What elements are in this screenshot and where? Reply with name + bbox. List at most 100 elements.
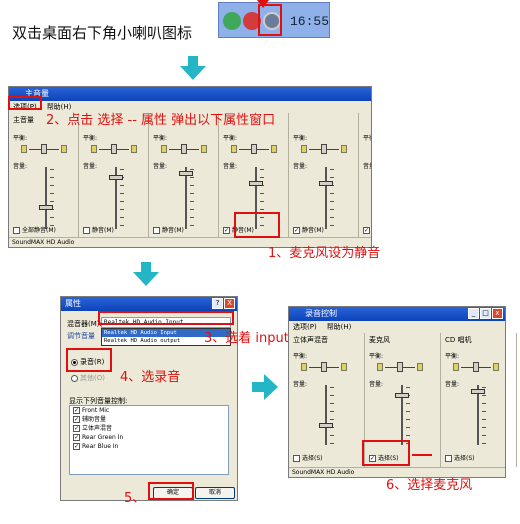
volume-slider[interactable] <box>317 167 335 229</box>
speaker-highlight <box>258 4 282 36</box>
checkbox[interactable] <box>13 227 20 234</box>
menu-help[interactable]: 帮助(H) <box>327 323 352 331</box>
checkbox[interactable] <box>445 455 452 462</box>
list-item[interactable]: ✓ Rear Green In <box>70 433 228 442</box>
volume-tick <box>50 201 54 202</box>
volume-thumb[interactable] <box>39 205 53 210</box>
balance-slider[interactable] <box>231 143 277 155</box>
channel-title: CD 唱机 <box>445 336 472 344</box>
checkbox[interactable]: ✓ <box>363 227 370 234</box>
balance-thumb[interactable] <box>111 144 117 154</box>
radio-other-dot[interactable] <box>71 374 78 382</box>
balance-slider[interactable] <box>21 143 67 155</box>
record-menubar: 选项(P) 帮助(H) <box>289 321 505 333</box>
checkbox[interactable]: ✓ <box>73 407 80 414</box>
balance-slider[interactable] <box>371 143 372 155</box>
balance-slider[interactable] <box>301 143 347 155</box>
checkbox[interactable]: ✓ <box>73 416 80 423</box>
balance-thumb[interactable] <box>473 362 479 372</box>
close-button[interactable]: X <box>224 298 235 309</box>
volume-track <box>325 385 327 445</box>
record-checkbox-row[interactable]: 选择(S) <box>445 455 475 463</box>
volume-slider[interactable] <box>107 167 125 229</box>
checkbox[interactable]: ✓ <box>73 443 80 450</box>
mixer-channel: 平衡: 音量: ✓静音(M) <box>289 113 359 237</box>
balance-thumb[interactable] <box>321 362 327 372</box>
checkbox[interactable]: ✓ <box>73 425 80 432</box>
balance-slider[interactable] <box>301 361 347 373</box>
volume-thumb[interactable] <box>471 389 485 394</box>
volume-track <box>45 167 47 229</box>
balance-thumb[interactable] <box>397 362 403 372</box>
mixer-checkbox-row[interactable]: 全部静音(M) <box>13 227 56 235</box>
controls-listbox[interactable]: ✓ Front Mic ✓ 辅助音量 ✓ 立体声混音 ✓ Rear Green In ✓… <box>69 405 229 475</box>
volume-tick <box>190 209 194 210</box>
volume-tick <box>260 209 264 210</box>
speaker-right-icon <box>341 145 347 153</box>
volume-thumb[interactable] <box>249 181 263 186</box>
volume-tick <box>330 177 334 178</box>
minimize-button[interactable]: _ <box>468 308 479 319</box>
volume-label: 音量: <box>445 381 460 388</box>
volume-slider[interactable] <box>37 167 55 229</box>
volume-tick <box>190 177 194 178</box>
list-item-label: Front Mic <box>82 407 110 414</box>
volume-tick <box>330 169 334 170</box>
record-checkbox-row[interactable]: 选择(S) <box>293 455 323 463</box>
checkbox[interactable] <box>83 227 90 234</box>
checkbox[interactable] <box>293 455 300 462</box>
balance-label: 平衡: <box>293 135 308 142</box>
volume-tick <box>330 209 334 210</box>
checkbox[interactable] <box>153 227 160 234</box>
volume-thumb[interactable] <box>179 171 193 176</box>
balance-thumb[interactable] <box>321 144 327 154</box>
radio-other[interactable]: 其他(O) <box>71 373 105 383</box>
volume-tick <box>260 201 264 202</box>
balance-thumb[interactable] <box>181 144 187 154</box>
volume-slider[interactable] <box>469 385 487 445</box>
list-item[interactable]: ✓ 辅助音量 <box>70 415 228 424</box>
balance-label: 平衡: <box>293 353 308 360</box>
volume-thumb[interactable] <box>395 393 409 398</box>
cancel-button[interactable]: 取消 <box>195 487 235 499</box>
flow-arrow-1-stem <box>188 56 198 66</box>
mixer-checkbox-row[interactable]: 静音(M) <box>153 227 184 235</box>
volume-tick <box>190 185 194 186</box>
select-pointer-line <box>412 454 432 456</box>
checkbox[interactable]: ✓ <box>223 227 230 234</box>
tray-pointer-icon <box>257 0 269 8</box>
volume-tick <box>406 411 410 412</box>
maximize-button[interactable]: □ <box>480 308 491 319</box>
mixer-checkbox-row[interactable]: ✓静音(M) <box>293 227 324 235</box>
balance-slider[interactable] <box>161 143 207 155</box>
menu-options[interactable]: 选项(P) <box>293 323 317 331</box>
volume-slider[interactable] <box>317 385 335 445</box>
list-item[interactable]: ✓ 立体声混音 <box>70 424 228 433</box>
channel-title: 麦克风 <box>369 336 390 344</box>
balance-slider[interactable] <box>91 143 137 155</box>
speaker-left-icon <box>377 363 383 371</box>
volume-slider[interactable] <box>393 385 411 445</box>
help-button[interactable]: ? <box>212 298 223 309</box>
volume-label: 音量: <box>293 381 308 388</box>
close-button[interactable]: x <box>492 308 503 319</box>
volume-thumb[interactable] <box>319 423 333 428</box>
balance-slider[interactable] <box>377 361 423 373</box>
volume-tick <box>50 177 54 178</box>
balance-thumb[interactable] <box>41 144 47 154</box>
speaker-left-icon <box>453 363 459 371</box>
mixer-checkbox-row[interactable]: ✓静音(M) <box>363 227 371 235</box>
balance-slider[interactable] <box>453 361 499 373</box>
checkbox[interactable]: ✓ <box>73 434 80 441</box>
checkbox[interactable]: ✓ <box>293 227 300 234</box>
balance-thumb[interactable] <box>251 144 257 154</box>
volume-slider[interactable] <box>177 167 195 229</box>
mixer-checkbox-row[interactable]: 静音(M) <box>83 227 114 235</box>
list-item[interactable]: ✓ Front Mic <box>70 406 228 415</box>
volume-tick <box>406 435 410 436</box>
list-item[interactable]: ✓ Rear Blue In <box>70 442 228 451</box>
volume-thumb[interactable] <box>319 181 333 186</box>
right-arrow-icon <box>264 374 278 400</box>
volume-tick <box>482 403 486 404</box>
volume-thumb[interactable] <box>109 175 123 180</box>
